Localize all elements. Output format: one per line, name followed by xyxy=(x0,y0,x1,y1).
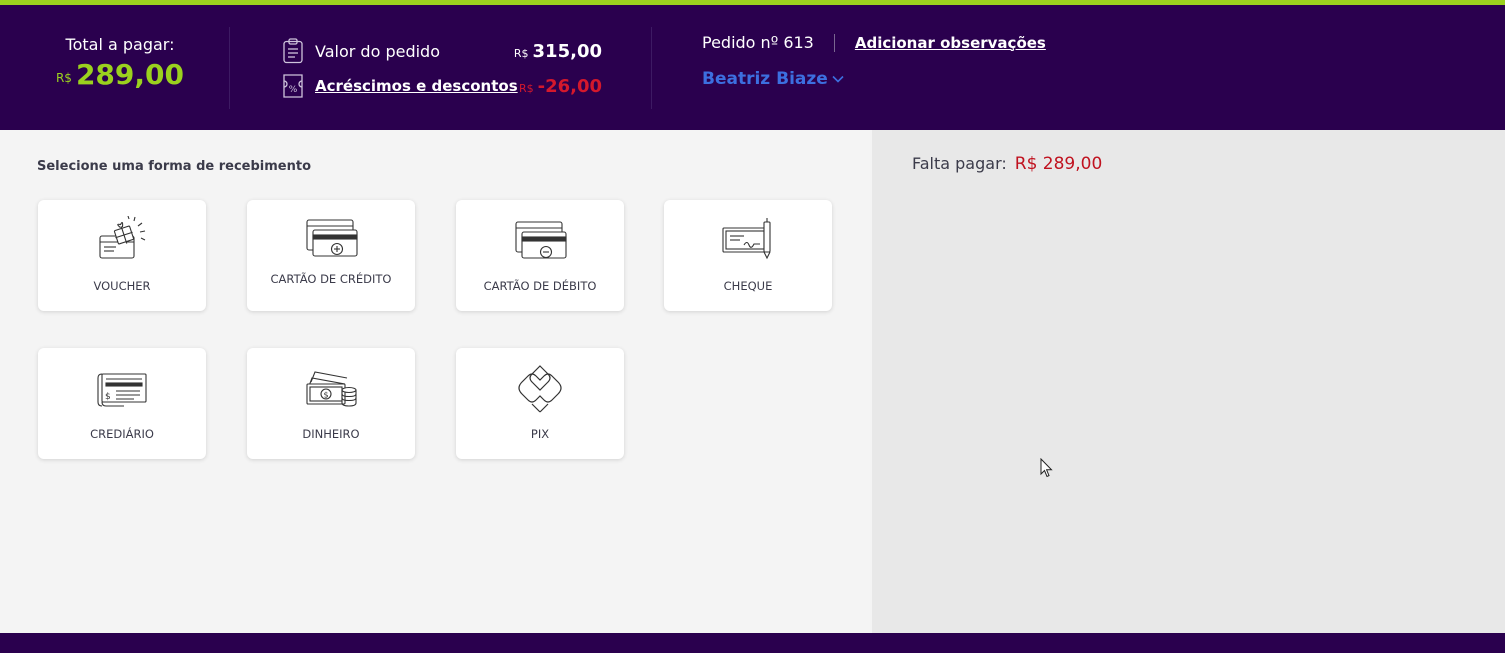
svg-text:$: $ xyxy=(105,392,111,402)
divider xyxy=(833,33,835,52)
total-value: R$ 289,00 xyxy=(40,58,200,91)
method-label: CHEQUE xyxy=(723,279,773,293)
method-label: CARTÃO DE DÉBITO xyxy=(483,279,597,293)
footer-bar xyxy=(0,633,1505,653)
total-label: Total a pagar: xyxy=(65,35,175,54)
order-value-amount: 315,00 xyxy=(532,40,602,62)
method-voucher[interactable]: VOUCHER xyxy=(38,200,206,311)
method-pix[interactable]: PIX xyxy=(456,348,624,459)
divider xyxy=(651,27,652,109)
mouse-pointer-icon xyxy=(1040,458,1053,478)
method-debit-card[interactable]: CARTÃO DE DÉBITO xyxy=(456,200,624,311)
chevron-down-icon xyxy=(832,75,844,83)
method-label: PIX xyxy=(530,427,550,441)
method-label: VOUCHER xyxy=(93,279,151,293)
adjustments-amount: -26,00 xyxy=(537,75,602,97)
pix-icon xyxy=(510,364,570,413)
voucher-gift-icon xyxy=(92,216,152,264)
currency-symbol: R$ xyxy=(55,71,72,85)
method-cheque[interactable]: CHEQUE xyxy=(664,200,832,311)
adjustments-value: R$ -26,00 xyxy=(519,76,602,97)
payment-summary-panel: Falta pagar: R$ 289,00 xyxy=(872,130,1505,633)
customer-name: Beatriz Biaze xyxy=(702,69,828,89)
divider xyxy=(229,27,230,109)
method-label: CARTÃO DE CRÉDITO xyxy=(270,272,392,286)
total-to-pay: Total a pagar: R$ 289,00 xyxy=(40,35,200,91)
clipboard-icon xyxy=(283,38,303,64)
order-value-row: Valor do pedido R$ 315,00 xyxy=(282,37,602,65)
debit-card-minus-icon xyxy=(510,216,570,264)
remaining-to-pay: Falta pagar: R$ 289,00 xyxy=(912,154,1102,174)
order-value: R$ 315,00 xyxy=(514,41,602,62)
method-cash[interactable]: $ DINHEIRO xyxy=(247,348,415,459)
method-crediario[interactable]: $ CREDIÁRIO xyxy=(38,348,206,459)
svg-text:$: $ xyxy=(324,391,329,400)
section-title: Selecione uma forma de recebimento xyxy=(37,159,312,174)
payment-methods-panel: Selecione uma forma de recebimento VOUCH… xyxy=(0,130,872,633)
checkout-header: Total a pagar: R$ 289,00 Valor do pedido … xyxy=(0,5,1505,130)
order-number: Pedido nº 613 xyxy=(702,33,814,52)
remaining-value: R$ 289,00 xyxy=(1014,154,1103,174)
cash-coins-icon: $ xyxy=(301,364,361,412)
add-notes-link[interactable]: Adicionar observações xyxy=(855,34,1046,52)
currency-symbol: R$ xyxy=(513,46,529,60)
currency-symbol: R$ xyxy=(518,81,534,95)
credit-card-plus-icon xyxy=(301,216,361,264)
adjustments-link[interactable]: Acréscimos e descontos xyxy=(315,77,519,95)
remaining-label: Falta pagar: xyxy=(912,154,1007,173)
svg-text:%: % xyxy=(289,85,298,95)
customer-selector[interactable]: Beatriz Biaze xyxy=(702,69,844,89)
order-info: Pedido nº 613 Adicionar observações xyxy=(702,33,1046,52)
order-value-label: Valor do pedido xyxy=(315,41,440,61)
method-label: DINHEIRO xyxy=(302,427,360,441)
credit-scroll-icon: $ xyxy=(92,364,152,412)
adjustments-row: % Acréscimos e descontos R$ -26,00 xyxy=(282,72,602,100)
total-amount: 289,00 xyxy=(75,58,185,91)
method-credit-card[interactable]: CARTÃO DE CRÉDITO xyxy=(247,200,415,311)
method-label: CREDIÁRIO xyxy=(90,427,154,441)
discount-ticket-icon: % xyxy=(283,74,303,98)
cheque-pen-icon xyxy=(718,216,778,264)
